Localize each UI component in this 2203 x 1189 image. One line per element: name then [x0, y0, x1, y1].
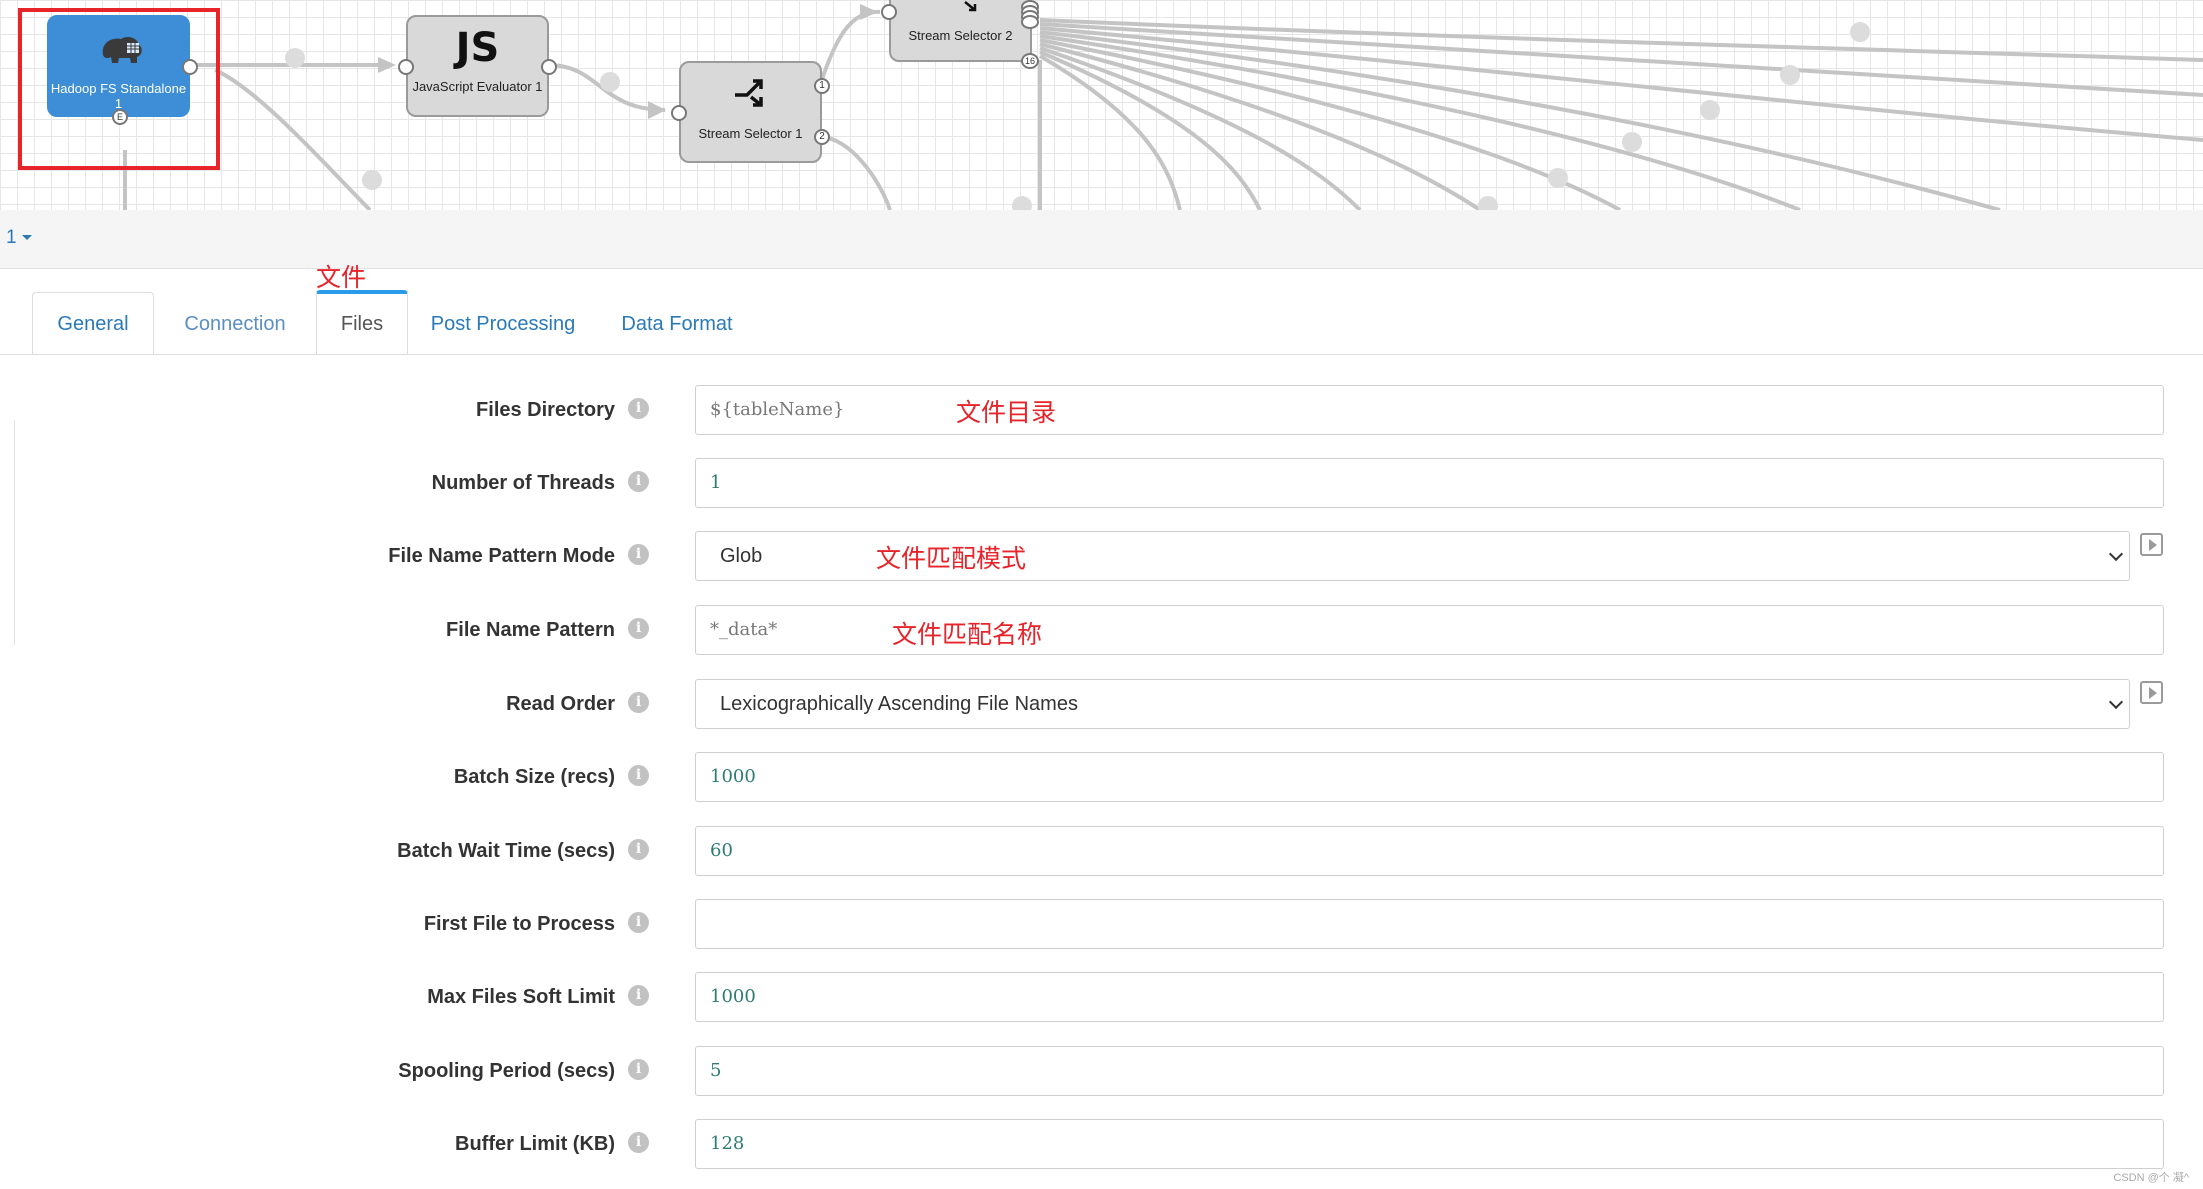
- shuffle-icon: [733, 77, 769, 114]
- selector1-input-port[interactable]: [671, 105, 687, 121]
- js-node-label: JavaScript Evaluator 1: [412, 79, 543, 94]
- tab-connection[interactable]: Connection: [154, 292, 316, 354]
- shuffle-icon: [963, 0, 979, 19]
- buffer-limit-label: Buffer Limit (KB): [455, 1133, 615, 1155]
- info-icon[interactable]: i: [628, 912, 649, 933]
- stream-selector-2-node[interactable]: Stream Selector 2 16: [881, 0, 1039, 69]
- js-input-port[interactable]: [398, 59, 414, 75]
- stream-selector-2-label: Stream Selector 2: [908, 28, 1013, 43]
- info-icon[interactable]: i: [628, 544, 649, 565]
- info-icon[interactable]: i: [628, 1132, 649, 1153]
- read-order-select[interactable]: Lexicographically Ascending File Names: [695, 679, 2130, 729]
- file-name-pattern-label: File Name Pattern: [446, 619, 615, 641]
- tab-data-format[interactable]: Data Format: [598, 292, 756, 354]
- spooling-period-label: Spooling Period (secs): [398, 1060, 615, 1082]
- number-of-threads-label: Number of Threads: [431, 472, 615, 494]
- file-name-pattern-mode-label: File Name Pattern Mode: [388, 545, 615, 567]
- max-files-soft-limit-label: Max Files Soft Limit: [427, 986, 615, 1008]
- info-icon[interactable]: i: [628, 985, 649, 1006]
- first-file-input[interactable]: [695, 899, 2164, 949]
- link-hadoop-down: [214, 68, 372, 210]
- row-number-of-threads: Number of Threads i 1: [0, 458, 2203, 510]
- link-sel1-sel2: [818, 9, 881, 86]
- js-output-port[interactable]: [541, 59, 557, 75]
- read-order-label: Read Order: [506, 693, 615, 715]
- stage-instance-value: 1: [6, 227, 17, 248]
- javascript-evaluator-node[interactable]: JS JavaScript Evaluator 1: [398, 15, 557, 117]
- caret-down-icon: [21, 235, 32, 241]
- info-icon[interactable]: i: [628, 765, 649, 786]
- selector2-output-ports[interactable]: [1021, 0, 1039, 30]
- pipeline-canvas[interactable]: Hadoop FS Standalone 1 E JS JavaScript E…: [0, 0, 2203, 211]
- annotation-pattern-mode: 文件匹配模式: [876, 544, 1027, 573]
- link-sel1-out2: [819, 135, 892, 210]
- annotation-pattern-name: 文件匹配名称: [892, 620, 1043, 649]
- pipeline-connections: [123, 4, 2203, 210]
- row-file-name-pattern: File Name Pattern i *_data* 文件匹配名称: [0, 605, 2203, 657]
- read-order-value: Lexicographically Ascending File Names: [720, 693, 1078, 715]
- stream-selector-1-label: Stream Selector 1: [698, 126, 803, 141]
- selector2-output-port-16[interactable]: 16: [1021, 53, 1039, 69]
- info-icon[interactable]: i: [628, 471, 649, 492]
- tab-post-processing[interactable]: Post Processing: [408, 292, 598, 354]
- stage-instance-dropdown[interactable]: 1: [6, 227, 32, 249]
- row-files-directory: Files Directory i ${tableName} 文件目录: [0, 385, 2203, 437]
- files-directory-input[interactable]: ${tableName}: [695, 385, 2164, 435]
- expression-toggle-button[interactable]: [2140, 681, 2163, 704]
- info-icon[interactable]: i: [628, 1059, 649, 1080]
- batch-size-input[interactable]: 1000: [695, 752, 2164, 802]
- row-file-name-pattern-mode: File Name Pattern Mode i Glob 文件匹配模式: [0, 531, 2203, 583]
- stream-selector-1-node[interactable]: Stream Selector 1 1 2: [671, 61, 830, 163]
- chevron-down-icon: [2108, 546, 2124, 562]
- buffer-limit-input[interactable]: 128: [695, 1119, 2164, 1169]
- tab-files[interactable]: Files: [316, 290, 408, 354]
- info-icon[interactable]: i: [628, 692, 649, 713]
- row-read-order: Read Order i Lexicographically Ascending…: [0, 679, 2203, 731]
- tab-divider: [0, 354, 2203, 355]
- max-files-soft-limit-input[interactable]: 1000: [695, 972, 2164, 1022]
- file-name-pattern-mode-value: Glob: [720, 545, 763, 567]
- batch-size-label: Batch Size (recs): [453, 766, 615, 788]
- info-icon[interactable]: i: [628, 839, 649, 860]
- batch-wait-time-label: Batch Wait Time (secs): [397, 840, 615, 862]
- number-of-threads-input[interactable]: 1: [695, 458, 2164, 508]
- annotation-files-directory: 文件目录: [956, 398, 1057, 427]
- row-max-files-soft-limit: Max Files Soft Limit i 1000: [0, 972, 2203, 1024]
- files-directory-label: Files Directory: [476, 399, 615, 421]
- row-spooling-period: Spooling Period (secs) i 5: [0, 1046, 2203, 1098]
- expression-toggle-button[interactable]: [2140, 533, 2163, 556]
- selector1-output-port-2[interactable]: 2: [814, 129, 830, 145]
- info-icon[interactable]: i: [628, 618, 649, 639]
- spooling-period-input[interactable]: 5: [695, 1046, 2164, 1096]
- watermark: CSDN @个 凝^: [2113, 1172, 2189, 1184]
- tab-general[interactable]: General: [32, 292, 154, 354]
- batch-wait-time-input[interactable]: 60: [695, 826, 2164, 876]
- selector1-output-port-1[interactable]: 1: [814, 78, 830, 94]
- selection-highlight-box: [18, 8, 220, 170]
- row-first-file: First File to Process i: [0, 899, 2203, 951]
- js-icon: JS: [455, 25, 500, 71]
- row-batch-size: Batch Size (recs) i 1000: [0, 752, 2203, 804]
- chevron-down-icon: [2108, 694, 2124, 710]
- info-icon[interactable]: i: [628, 398, 649, 419]
- annotation-files-tab: 文件: [316, 263, 367, 292]
- row-buffer-limit: Buffer Limit (KB) i 128: [0, 1119, 2203, 1171]
- row-batch-wait-time: Batch Wait Time (secs) i 60: [0, 826, 2203, 878]
- selector2-input-port[interactable]: [881, 4, 897, 20]
- first-file-label: First File to Process: [423, 913, 615, 935]
